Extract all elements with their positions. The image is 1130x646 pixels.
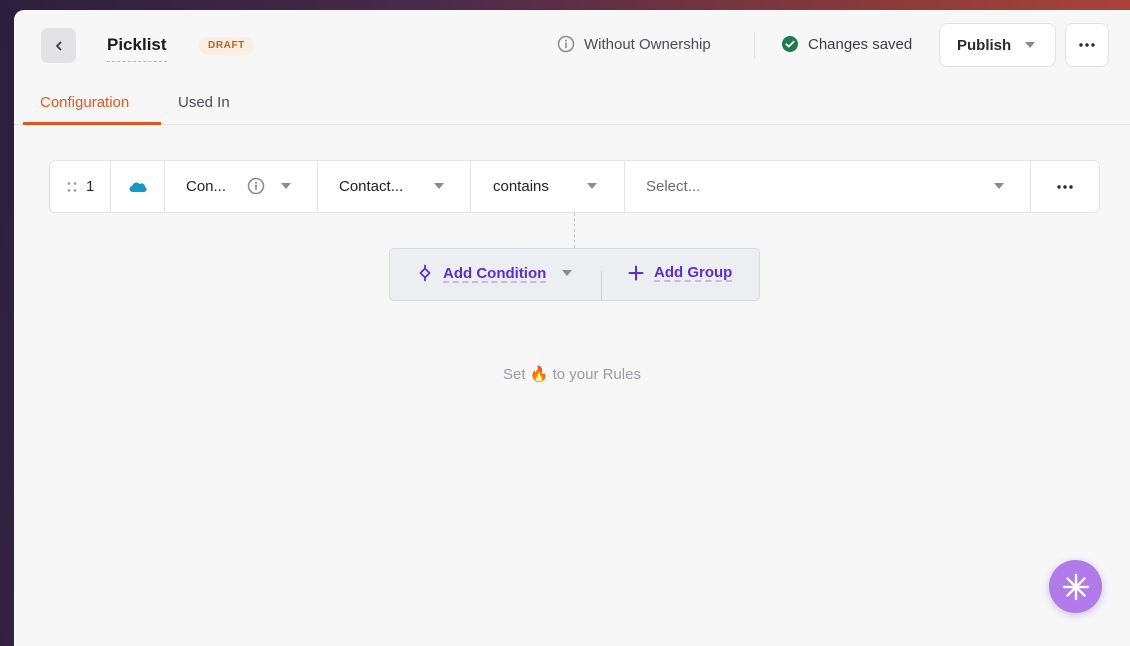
caret-down-icon [994,183,1004,189]
field-value: Con... [186,178,227,195]
salesforce-cloud-icon [129,182,147,192]
caret-down-icon [587,183,597,189]
hint-text-after: to your Rules [552,366,641,383]
assistant-fab-button[interactable] [1049,560,1102,613]
save-status-label: Changes saved [808,35,913,53]
active-tab-indicator [23,122,161,125]
back-button[interactable] [41,28,76,63]
row-handle-cell[interactable]: 1 [50,161,111,212]
caret-down-icon [434,183,444,189]
row-number: 1 [86,178,95,195]
tab-used-in[interactable]: Used In [178,94,230,111]
caret-down-icon [1025,42,1036,48]
add-condition-button[interactable]: Add Condition [417,264,573,282]
check-circle-icon [782,36,798,52]
page-header: Picklist DRAFT Without Ownership Changes… [14,10,1130,80]
source-cell[interactable] [111,161,165,212]
value-placeholder: Select... [646,178,701,195]
add-actions-divider [601,271,602,301]
drag-handle-icon[interactable] [66,181,78,193]
tab-configuration[interactable]: Configuration [40,94,129,111]
hint-text-before: Set [503,366,526,383]
more-options-button[interactable] [1065,23,1109,67]
fire-emoji: 🔥 [529,366,549,383]
add-condition-label: Add Condition [443,264,547,282]
chevron-left-icon [55,41,61,50]
main-panel: Picklist DRAFT Without Ownership Changes… [14,10,1130,646]
operator-select[interactable]: contains [471,161,625,212]
row-more-button[interactable] [1031,161,1099,212]
save-status: Changes saved [781,35,912,53]
ownership-indicator[interactable]: Without Ownership [557,35,711,53]
sparkle-asterisk-icon [1062,573,1089,600]
add-actions-box: Add Condition Add Group [389,248,760,301]
field-select[interactable]: Con... [165,161,318,212]
condition-branch-icon [419,264,431,282]
operator-value: contains [493,178,549,195]
status-badge: DRAFT [199,37,254,55]
empty-state-hint: Set 🔥 to your Rules [14,365,1130,383]
tab-bar: Configuration Used In [14,85,1130,125]
object-value: Contact... [339,178,404,195]
caret-down-icon [281,183,291,189]
publish-button[interactable]: Publish [939,23,1056,67]
object-select[interactable]: Contact... [318,161,471,212]
page-title[interactable]: Picklist [107,35,167,62]
header-divider [754,32,755,58]
add-group-label: Add Group [654,264,733,281]
publish-label: Publish [957,36,1012,54]
row-connector [574,213,575,248]
rule-condition-row: 1 Con... Contact... contains Select... [49,160,1100,213]
add-group-button[interactable]: Add Group [628,264,732,281]
plus-icon [628,265,644,280]
more-horizontal-icon [1079,43,1095,47]
value-select[interactable]: Select... [625,161,1031,212]
more-horizontal-icon [1057,184,1073,189]
info-icon[interactable] [247,177,265,195]
ownership-label: Without Ownership [584,35,711,53]
info-icon [557,35,575,53]
caret-down-icon[interactable] [562,270,573,276]
